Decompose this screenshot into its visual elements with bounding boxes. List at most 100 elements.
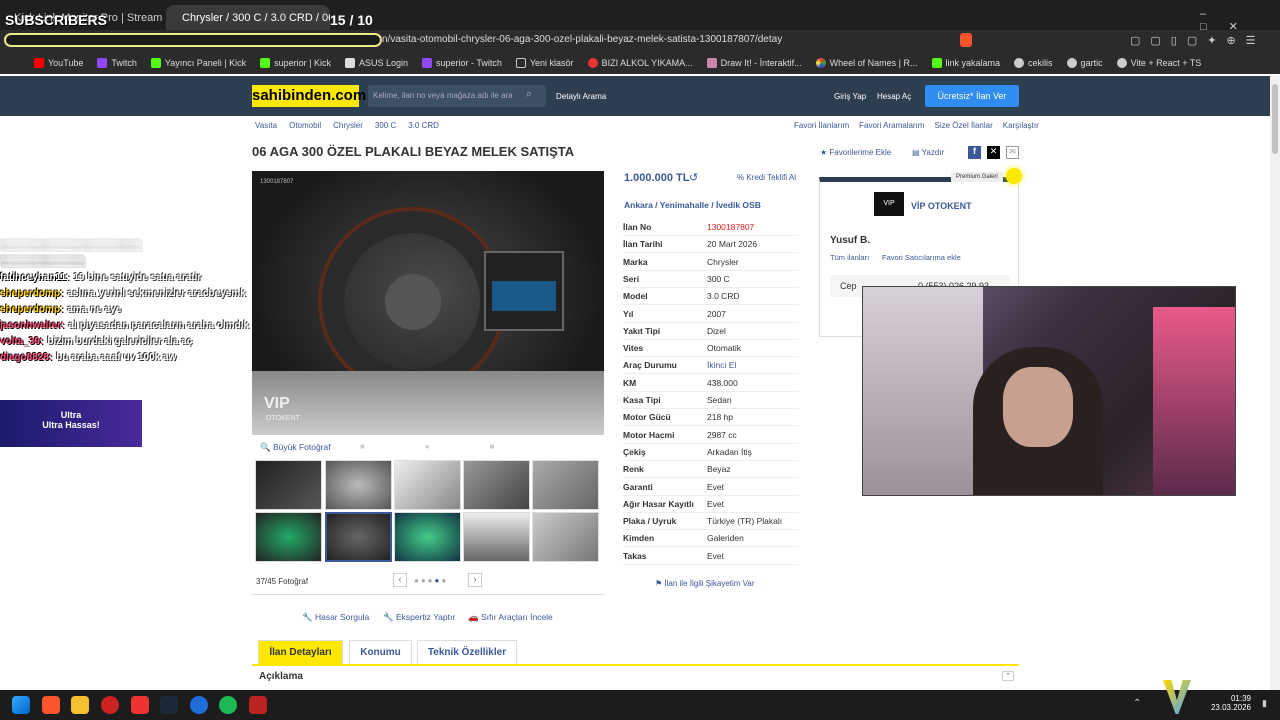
collapse-icon[interactable]: ⌃ <box>1002 671 1014 681</box>
breadcrumb-item[interactable]: Chrysler <box>333 121 363 130</box>
favorite-searches-link[interactable]: Favori Aramalarım <box>859 121 924 130</box>
bookmark-vite[interactable]: Vite + React + TS <box>1116 58 1201 68</box>
maps-pin-icon[interactable] <box>101 696 119 714</box>
bookmark-superior-twitch[interactable]: superior - Twitch <box>422 58 502 68</box>
thumbnail[interactable] <box>255 512 322 562</box>
store-logo[interactable]: VIP <box>874 192 904 216</box>
thumbnail-selected[interactable] <box>325 512 392 562</box>
bookmark-link[interactable]: link yakalama <box>931 58 1000 68</box>
globe-icon <box>1014 58 1025 68</box>
detail-row: Motor Gücü 218 hp <box>623 409 799 427</box>
x-share-icon[interactable]: ✕ <box>987 146 1000 159</box>
bookmark-asus[interactable]: ASUS Login <box>344 58 408 68</box>
thumbnail[interactable] <box>532 460 599 510</box>
breadcrumb-item[interactable]: 3.0 CRD <box>408 121 439 130</box>
compare-link[interactable]: Karşılaştır <box>1003 121 1039 130</box>
facebook-share-icon[interactable]: f <box>968 146 981 159</box>
all-ads-link[interactable]: Tüm ilanları <box>830 253 869 262</box>
detail-value: Beyaz <box>707 464 731 475</box>
photo-pager-dots[interactable]: ●●●●● <box>414 576 448 585</box>
steam-icon[interactable] <box>160 696 178 714</box>
bookmark-kick-panel[interactable]: Yayıncı Paneli | Kick <box>150 58 246 68</box>
browser-app-icon[interactable] <box>190 696 208 714</box>
fav-seller-link[interactable]: Favori Satıcılarıma ekle <box>882 253 961 262</box>
site-logo[interactable]: sahibinden.com <box>252 85 366 107</box>
email-share-icon[interactable]: ✉ <box>1006 146 1019 159</box>
thumbnail[interactable] <box>255 460 322 510</box>
prev-photo-button[interactable]: ‹ <box>393 573 407 587</box>
notification-icon[interactable]: ▮ <box>1262 698 1267 709</box>
chat-username: sheperdomp: <box>0 304 64 315</box>
store-name[interactable]: VİP OTOKENT <box>911 201 972 211</box>
thumbnail[interactable] <box>532 512 599 562</box>
tab-listing-details[interactable]: İlan Detayları <box>258 640 343 664</box>
bookmark-youtube[interactable]: YouTube <box>34 58 83 68</box>
detail-key: Seri <box>623 273 640 284</box>
tray-expand-icon[interactable]: ⌃ <box>1133 698 1141 709</box>
file-explorer-icon[interactable] <box>71 696 89 714</box>
detail-value: Arkadan İtiş <box>707 446 752 457</box>
thumbnail[interactable] <box>463 512 530 562</box>
add-favorite-link[interactable]: ★ Favorilerime Ekle <box>820 148 891 157</box>
thumbnail[interactable] <box>463 460 530 510</box>
thumbnail[interactable] <box>394 512 461 562</box>
complaint-link[interactable]: ⚑ İlan ile İlgili Şikayetim Var <box>655 579 755 588</box>
cursor-highlight <box>1006 168 1022 184</box>
bookmark-gartic[interactable]: gartic <box>1066 58 1103 68</box>
register-link[interactable]: Hesap Aç <box>877 92 911 101</box>
tab-technical[interactable]: Teknik Özellikler <box>417 640 517 664</box>
special-listings-link[interactable]: Size Özel İlanlar <box>934 121 992 130</box>
detail-key: Plaka / Uyruk <box>623 516 677 527</box>
damage-check-link[interactable]: 🔧 Hasar Sorgula <box>302 612 369 623</box>
price-history-icon[interactable]: ↺ <box>689 171 698 184</box>
detail-value: 2987 cc <box>707 429 737 440</box>
new-cars-link[interactable]: 🚗 Sıfır Araçları İncele <box>468 612 553 623</box>
thumbnail[interactable] <box>394 460 461 510</box>
free-ad-button[interactable]: Ücretsiz* İlan Ver <box>925 85 1019 107</box>
url-field[interactable]: n/vasita-otomobil-chrysler-06-aga-300-oz… <box>382 34 782 45</box>
page-scrollbar[interactable] <box>1270 76 1280 690</box>
credit-offer-link[interactable]: % Kredi Teklifi Al <box>737 173 796 182</box>
bookmark-folder[interactable]: Yeni klasör <box>515 58 574 68</box>
bookmark-twitch[interactable]: Twitch <box>97 58 137 68</box>
login-link[interactable]: Giriş Yap <box>834 92 866 101</box>
clock[interactable]: 01:39 23.03.2026 <box>1205 694 1251 712</box>
main-photo[interactable]: VIP OTOKENT 1300187807 <box>252 171 604 435</box>
tab-chrysler-listing[interactable]: Chrysler / 300 C / 3.0 CRD / 06 A <box>166 5 330 30</box>
brave-icon[interactable] <box>42 696 60 714</box>
listing-title: 06 AGA 300 ÖZEL PLAKALI BEYAZ MELEK SATI… <box>252 144 575 159</box>
favorite-listings-link[interactable]: Favori İlanlarım <box>794 121 849 130</box>
scrollbar-thumb[interactable] <box>1272 84 1278 154</box>
toolbar-extension-icons[interactable]: ▢▢▯▢✦⊕☰ <box>1130 34 1266 47</box>
big-photo-link[interactable]: 🔍 Büyük Fotoğraf <box>260 442 331 453</box>
print-link[interactable]: ▤ Yazdır <box>912 148 944 157</box>
detail-row: Model 3.0 CRD <box>623 288 799 306</box>
detail-key: Ağır Hasar Kayıtlı <box>623 498 694 509</box>
overlay-counter: 15 / 10 <box>330 12 373 28</box>
tab-location[interactable]: Konumu <box>349 640 412 664</box>
bookmark-superior-kick[interactable]: superior | Kick <box>260 58 331 68</box>
brave-shield-icon[interactable] <box>960 33 972 47</box>
breadcrumb-item[interactable]: 300 C <box>375 121 396 130</box>
search-icon[interactable]: ⌕ <box>526 88 532 101</box>
bookmark-draw-it[interactable]: Draw It! - İnteraktif... <box>706 58 802 68</box>
pencil-icon <box>706 58 717 68</box>
breadcrumb-item[interactable]: Vasıta <box>255 121 277 130</box>
expertise-link[interactable]: 🔧 Ekspertiz Yaptır <box>383 612 455 623</box>
spotify-icon[interactable] <box>219 696 237 714</box>
detailed-search-link[interactable]: Detaylı Arama <box>556 92 606 101</box>
bookmark-cekilis[interactable]: cekilis <box>1014 58 1053 68</box>
detail-key: Motor Gücü <box>623 412 671 423</box>
detail-key: Renk <box>623 464 644 475</box>
bookmark-alkol[interactable]: BIZI ALKOL YIKAMA... <box>587 58 693 68</box>
location[interactable]: Ankara / Yenimahalle / İvedik OSB <box>624 200 761 210</box>
bookmark-wheel[interactable]: Wheel of Names | R... <box>815 58 918 68</box>
price: 1.000.000 TL <box>624 172 690 184</box>
search-input[interactable]: Kelime, ilan no veya mağaza adı ile ara <box>368 85 546 107</box>
thumbnail[interactable] <box>325 460 392 510</box>
next-photo-button[interactable]: › <box>468 573 482 587</box>
windows-start-icon[interactable] <box>12 696 30 714</box>
record-app-icon[interactable] <box>131 696 149 714</box>
breadcrumb-item[interactable]: Otomobil <box>289 121 321 130</box>
stream-app-icon[interactable] <box>249 696 267 714</box>
